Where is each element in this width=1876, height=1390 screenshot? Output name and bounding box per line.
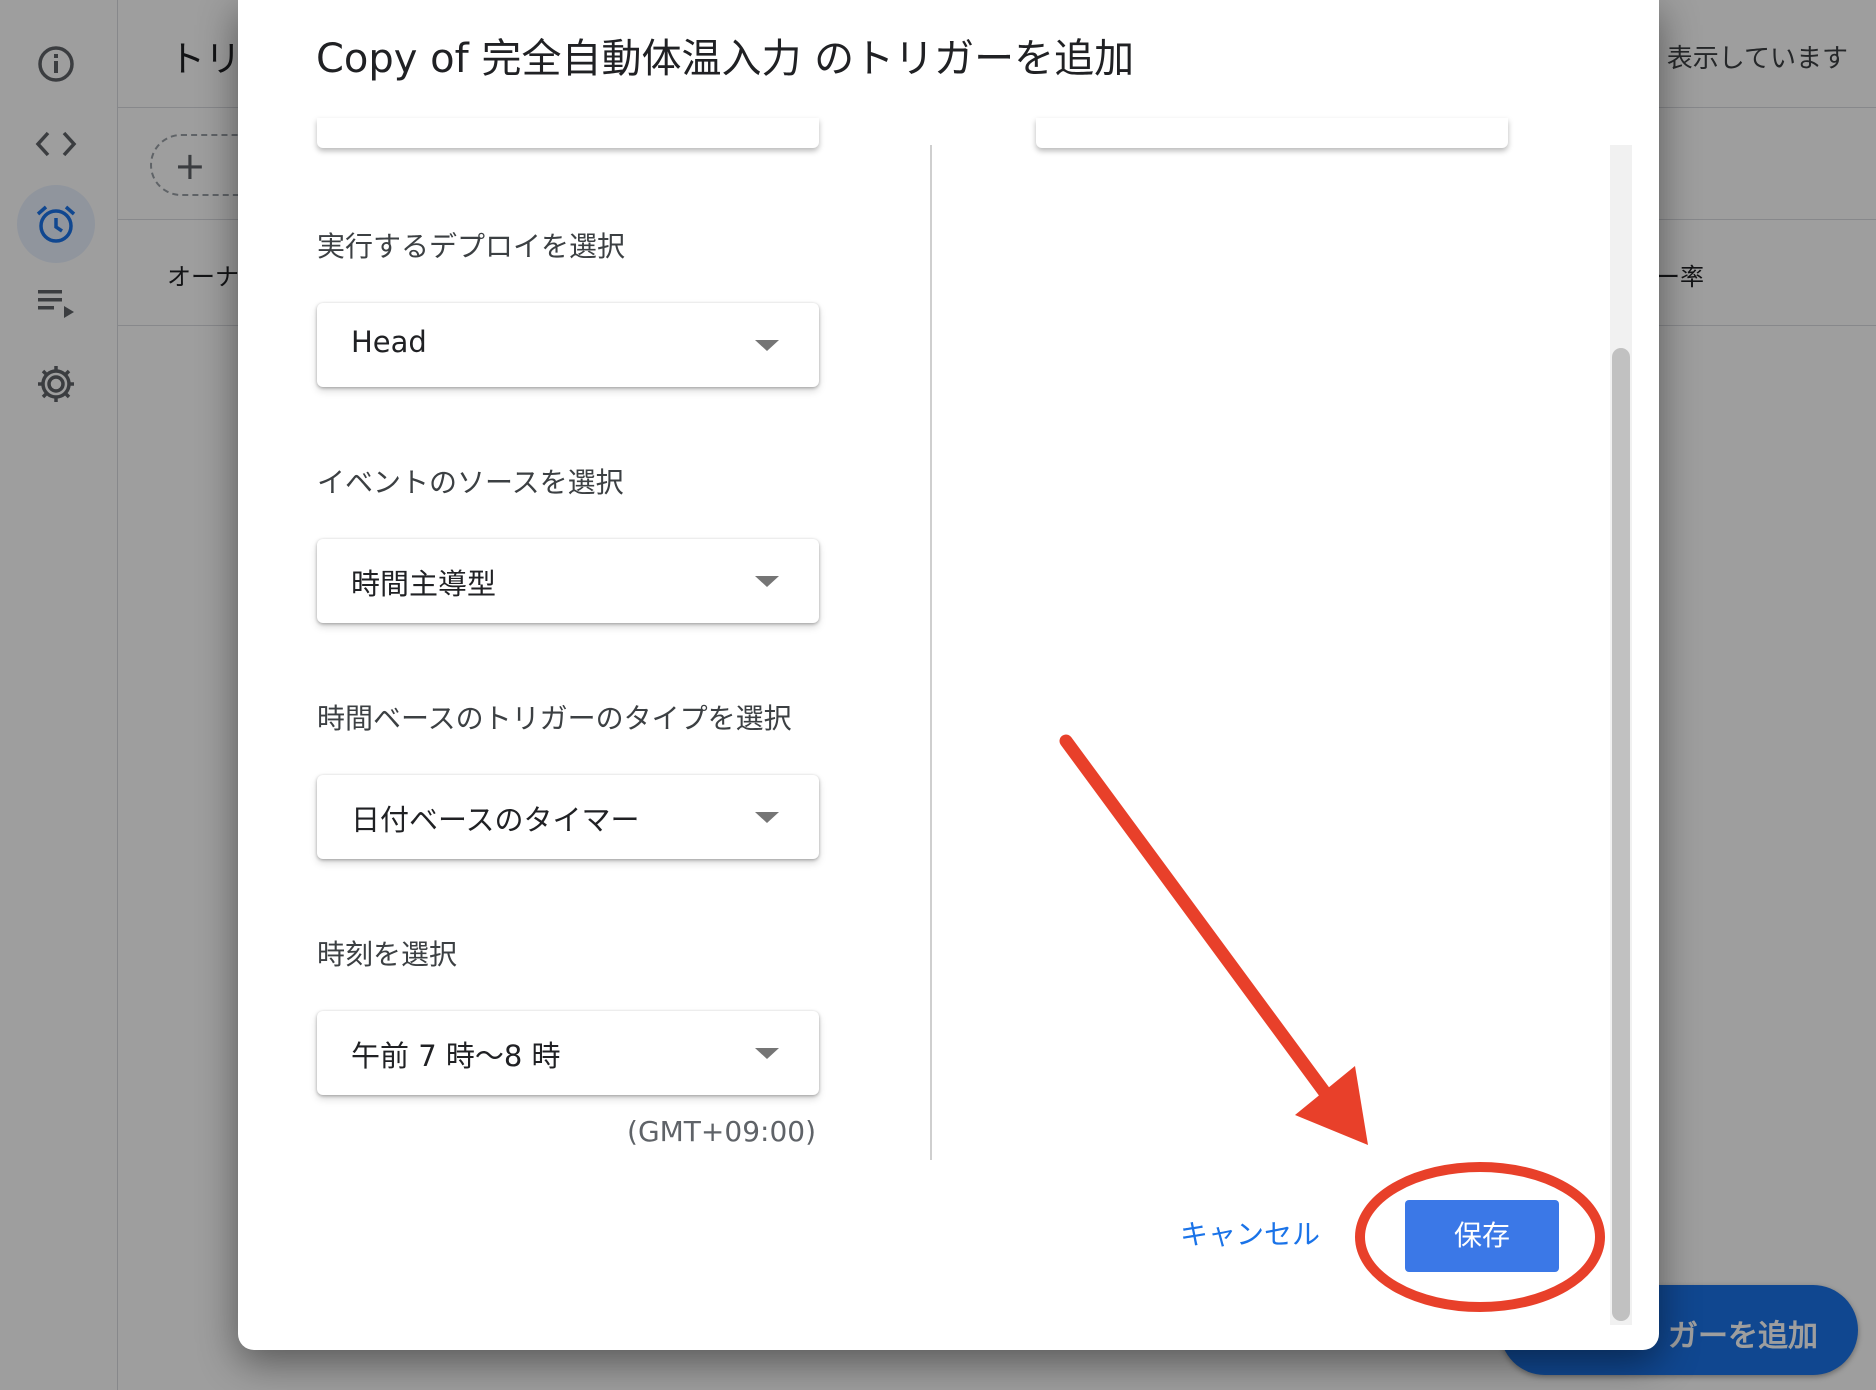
time-trigger-type-select-value: 日付ベースのタイマー [351, 803, 640, 837]
add-trigger-dialog: Copy of 完全自動体温入力 のトリガーを追加 実行するデプロイを選択 He… [238, 0, 1659, 1350]
dialog-title: Copy of 完全自動体温入力 のトリガーを追加 [316, 36, 1135, 82]
event-source-select[interactable]: 時間主導型 [317, 539, 819, 623]
dropdown-arrow-icon [755, 340, 779, 351]
dropdown-arrow-icon [755, 812, 779, 823]
time-trigger-type-label: 時間ベースのトリガーのタイプを選択 [317, 702, 792, 735]
dropdown-arrow-icon [755, 1048, 779, 1059]
time-of-day-select[interactable]: 午前 7 時〜8 時 [317, 1011, 819, 1095]
event-source-select-value: 時間主導型 [351, 567, 497, 601]
scrollbar-thumb[interactable] [1612, 348, 1630, 1321]
time-trigger-type-select[interactable]: 日付ベースのタイマー [317, 775, 819, 859]
event-source-label: イベントのソースを選択 [317, 466, 624, 499]
failure-notification-select-partial[interactable] [1036, 118, 1508, 148]
cancel-button[interactable]: キャンセル [1170, 1210, 1330, 1260]
time-of-day-select-value: 午前 7 時〜8 時 [351, 1039, 561, 1073]
dropdown-arrow-icon [755, 576, 779, 587]
deployment-select[interactable]: Head [317, 303, 819, 387]
time-of-day-label: 時刻を選択 [317, 938, 458, 971]
column-divider [930, 145, 932, 1160]
deployment-label: 実行するデプロイを選択 [317, 230, 626, 263]
timezone-text: (GMT+09:00) [627, 1115, 816, 1148]
save-button[interactable]: 保存 [1405, 1200, 1559, 1272]
function-select-partial[interactable] [317, 118, 819, 148]
deployment-select-value: Head [351, 325, 427, 359]
